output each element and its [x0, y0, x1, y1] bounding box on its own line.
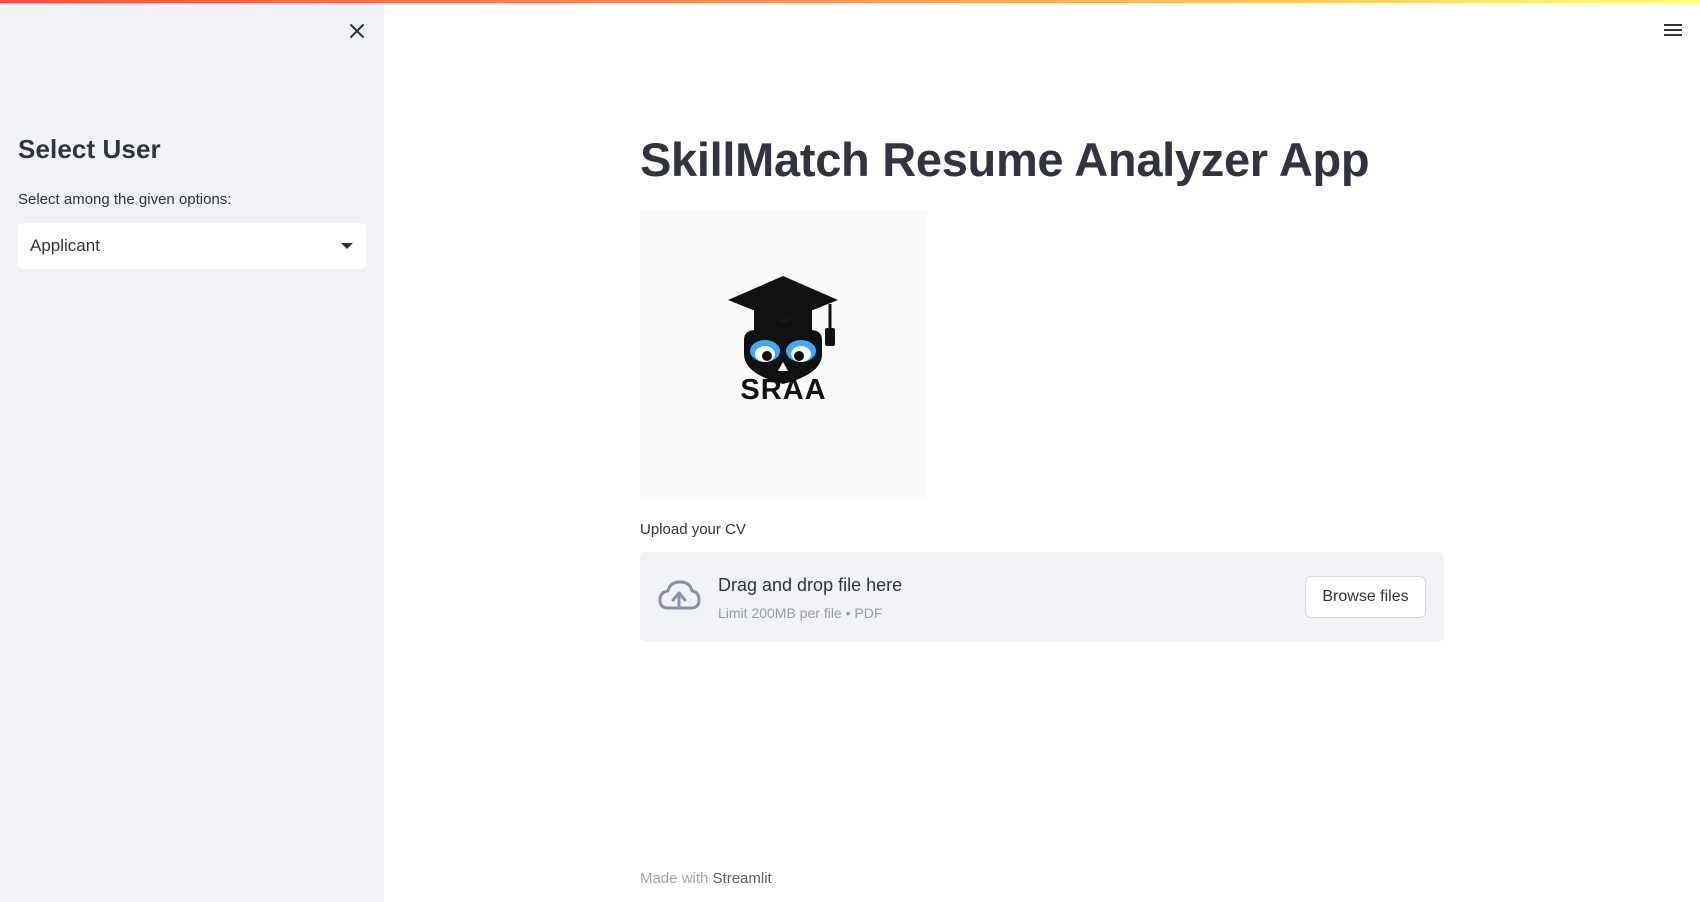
close-icon[interactable] — [344, 18, 370, 44]
upload-label: Upload your CV — [640, 521, 746, 538]
owl-graduation-cap-logo — [728, 276, 838, 384]
file-dropzone[interactable]: Drag and drop file here Limit 200MB per … — [640, 552, 1444, 642]
browse-files-button[interactable]: Browse files — [1305, 576, 1426, 618]
app-logo: SRAA — [640, 210, 927, 499]
sidebar-title: Select User — [18, 134, 161, 164]
select-value: Applicant — [30, 236, 100, 255]
select-label: Select among the given options: — [18, 191, 232, 208]
footer-prefix: Made with — [640, 870, 709, 887]
cloud-upload-icon — [658, 580, 701, 610]
drop-title: Drag and drop file here — [718, 575, 903, 595]
page-title: SkillMatch Resume Analyzer App — [640, 133, 1370, 186]
streamlit-link[interactable]: Streamlit — [713, 870, 772, 887]
drop-limit: Limit 200MB per file • PDF — [718, 605, 883, 621]
sidebar: Select User Select among the given optio… — [0, 0, 384, 902]
logo-text: SRAA — [740, 374, 827, 406]
footer: Made with Streamlit — [640, 870, 772, 887]
caret-down-icon — [340, 241, 354, 251]
hamburger-menu-icon[interactable] — [1660, 18, 1686, 42]
top-decoration-bar — [0, 0, 1700, 3]
user-select[interactable]: Applicant — [18, 223, 366, 269]
